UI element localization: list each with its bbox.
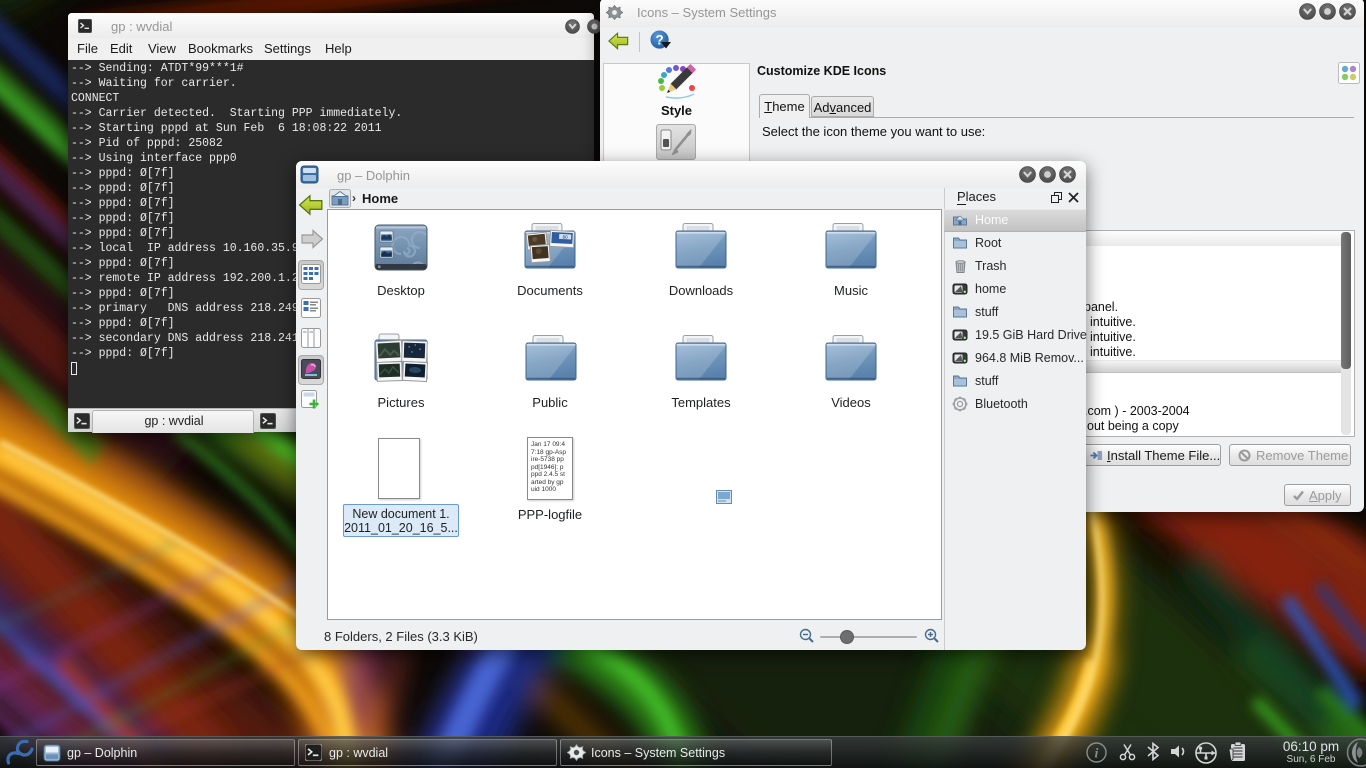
svg-text:i: i [1095, 747, 1099, 762]
svg-text:80: 80 [563, 235, 569, 240]
